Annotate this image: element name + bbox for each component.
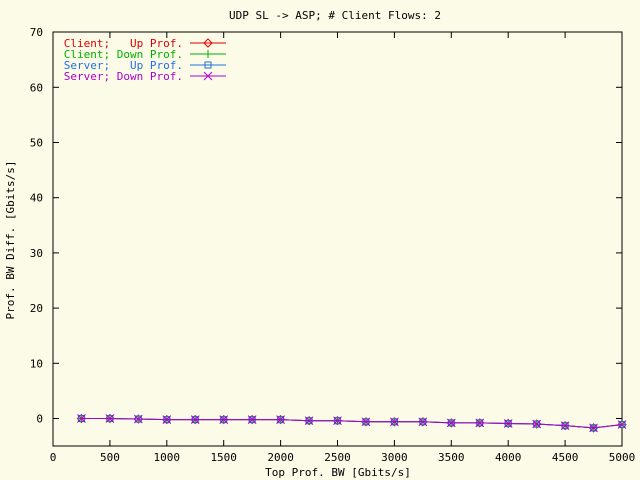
x-tick-label: 2500 [324,451,351,464]
y-tick-label: 40 [30,192,43,205]
y-tick-label: 10 [30,357,43,370]
chart-title: UDP SL -> ASP; # Client Flows: 2 [229,9,441,22]
x-axis-label: Top Prof. BW [Gbits/s] [265,466,411,479]
x-tick-label: 500 [100,451,120,464]
x-tick-label: 4000 [495,451,522,464]
x-tick-label: 3500 [438,451,465,464]
y-tick-label: 0 [36,413,43,426]
x-tick-label: 5000 [609,451,636,464]
chart-canvas: UDP SL -> ASP; # Client Flows: 2 Top Pro… [0,0,640,480]
y-axis-label: Prof. BW Diff. [Gbits/s] [4,161,17,320]
client-down-legend-marker [204,50,212,58]
x-tick-label: 4500 [552,451,579,464]
plot-frame [52,31,623,447]
y-tick-label: 60 [30,81,43,94]
line-chart: UDP SL -> ASP; # Client Flows: 2 Top Pro… [4,9,636,479]
x-tick-label: 3000 [381,451,408,464]
x-tick-label: 0 [50,451,57,464]
x-tick-label: 1500 [210,451,237,464]
x-tick-label: 1000 [154,451,181,464]
y-tick-label: 30 [30,247,43,260]
y-tick-label: 70 [30,26,43,39]
x-tick-label: 2000 [267,451,294,464]
y-tick-label: 50 [30,137,43,150]
server-down-legend-label: Server; Down Prof. [64,70,183,83]
y-tick-label: 20 [30,302,43,315]
